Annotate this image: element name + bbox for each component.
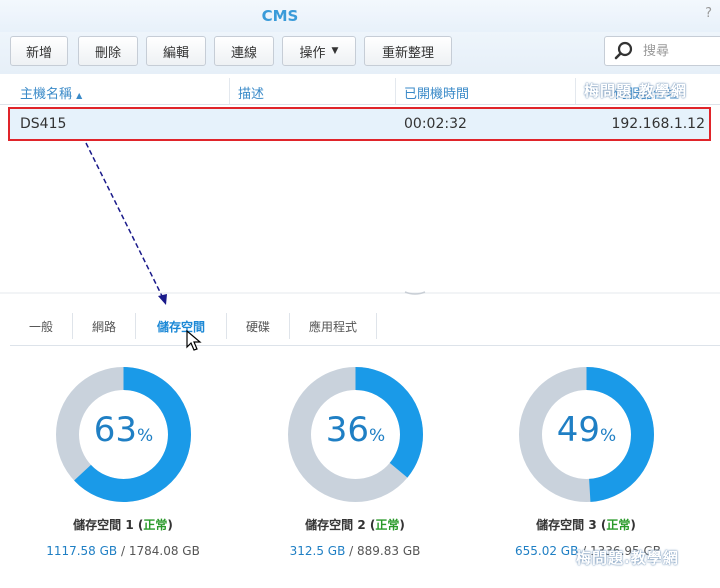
volume-2-capacity: 312.5 GB / 889.83 GB bbox=[289, 544, 421, 558]
volume-3-percent: 49% bbox=[556, 410, 617, 450]
panel-splitter[interactable] bbox=[0, 290, 720, 296]
tab-storage[interactable]: 儲存空間 bbox=[136, 307, 226, 345]
volume-3-name: 儲存空間 3 (正常) bbox=[536, 518, 636, 532]
tab-applications[interactable]: 應用程式 bbox=[290, 307, 376, 345]
volume-1-percent: 63% bbox=[93, 410, 154, 450]
tab-divider bbox=[376, 313, 377, 339]
tab-network[interactable]: 網路 bbox=[73, 307, 135, 345]
volume-1-donut: 63% bbox=[55, 366, 192, 503]
tab-general[interactable]: 一般 bbox=[10, 307, 72, 345]
status-badge: 正常 bbox=[606, 518, 631, 532]
volume-2-donut: 36% bbox=[287, 366, 424, 503]
status-badge: 正常 bbox=[375, 518, 400, 532]
mouse-cursor-icon bbox=[186, 330, 202, 351]
volume-3-donut: 49% bbox=[518, 366, 655, 503]
detail-tabs: 一般 網路 儲存空間 硬碟 應用程式 bbox=[10, 307, 720, 346]
volume-2-name: 儲存空間 2 (正常) bbox=[305, 518, 405, 532]
volume-1-capacity: 1117.58 GB / 1784.08 GB bbox=[46, 544, 200, 558]
volume-2-percent: 36% bbox=[325, 410, 386, 450]
watermark-bottom: 梅問題.教學網 bbox=[576, 549, 679, 567]
tab-disks[interactable]: 硬碟 bbox=[227, 307, 289, 345]
status-badge: 正常 bbox=[143, 518, 168, 532]
volume-1-name: 儲存空間 1 (正常) bbox=[73, 518, 173, 532]
